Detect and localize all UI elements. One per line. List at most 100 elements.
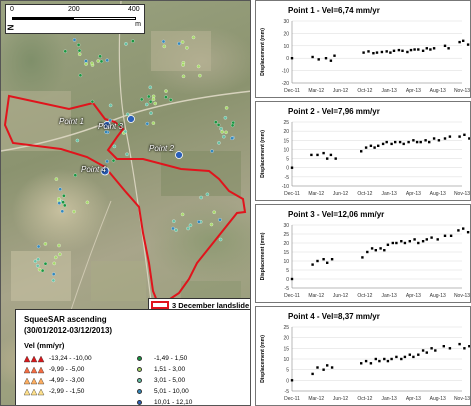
ps-point	[197, 220, 201, 224]
ps-point	[61, 200, 65, 204]
ps-point	[105, 58, 109, 63]
ps-point	[35, 264, 40, 268]
chart-point-3: Point 3 - Vel=12,06 mm/yr -5 0 5 10 15 20 25 30 D…	[260, 210, 470, 299]
ps-point	[188, 223, 193, 227]
ps-point	[125, 112, 130, 117]
data-point	[417, 241, 420, 245]
x-tick-label: Mar-12	[308, 396, 324, 402]
x-tick-label: Aug-13	[430, 88, 446, 94]
ps-point	[164, 89, 168, 93]
data-point	[360, 150, 363, 153]
data-point	[390, 357, 393, 361]
dot-symbol-icon	[137, 367, 142, 372]
triangle-symbol-icon	[24, 377, 45, 384]
data-point	[310, 153, 313, 157]
ps-point	[54, 177, 59, 181]
legend-class-label: -4,99 - -3,00	[49, 377, 85, 384]
x-tick-label: Apr-13	[406, 293, 421, 299]
ps-point	[216, 123, 221, 127]
data-point	[375, 51, 379, 54]
ps-point	[99, 59, 104, 64]
chart-panel-point-2: Point 2 - Vel=7,96 mm/yr -10 -5 0 5 10 15 20 25 D…	[255, 101, 471, 201]
x-tick-label: Jun-12	[333, 191, 349, 197]
dot-symbol-icon	[137, 389, 142, 394]
ps-point	[60, 209, 65, 214]
data-point	[406, 50, 409, 54]
y-axis-label: Displacement (mm)	[260, 130, 266, 178]
ps-point	[63, 49, 68, 54]
y-tick-label: 0	[286, 277, 289, 283]
ps-point	[151, 94, 156, 99]
ps-point	[214, 120, 218, 124]
ps-point	[148, 99, 153, 104]
ps-point	[177, 41, 181, 46]
ps-point	[58, 252, 62, 257]
ps-point	[162, 44, 167, 49]
data-point	[398, 140, 402, 144]
data-point	[443, 234, 447, 237]
ps-point	[147, 94, 151, 99]
point-3-label: Point 3	[98, 122, 123, 131]
legend-class-7: 3,01 - 5,00	[132, 375, 242, 386]
x-tick-label: Apr-13	[406, 191, 421, 197]
scale-tick-0: 0	[10, 6, 14, 13]
data-point	[385, 140, 388, 144]
x-tick-label: Nov-13	[454, 396, 470, 402]
data-point	[468, 137, 470, 140]
y-tick-label: -5	[285, 286, 290, 292]
ps-point	[43, 261, 48, 266]
map-panel[interactable]: 0 200 400 m N Point 1 Point 3 Point 2 Po…	[0, 0, 251, 406]
data-point	[394, 140, 397, 144]
ps-point	[222, 134, 226, 139]
ps-point	[196, 64, 201, 69]
y-axis-label: Displacement (mm)	[260, 28, 266, 76]
ps-point	[36, 244, 41, 249]
data-point	[463, 133, 466, 136]
x-tick-label: Oct-12	[357, 293, 372, 299]
data-point	[408, 353, 411, 356]
x-tick-label: Jan-13	[381, 88, 397, 94]
legend-class-3: -4,99 - -3,00	[24, 375, 134, 386]
data-point	[468, 345, 470, 348]
point-4-label: Point 4	[81, 165, 106, 174]
ps-point	[149, 111, 153, 115]
x-tick-label: Mar-12	[308, 88, 324, 94]
ps-point	[181, 63, 185, 67]
data-point	[415, 140, 419, 144]
ps-point	[96, 59, 100, 63]
data-point	[317, 58, 320, 61]
ps-point	[90, 99, 95, 104]
ps-point	[75, 138, 80, 143]
data-point	[417, 48, 420, 51]
landslide-swatch	[151, 301, 169, 309]
ps-point	[210, 149, 214, 153]
ps-point	[224, 130, 228, 135]
data-point	[290, 379, 294, 382]
ps-point	[161, 39, 166, 44]
data-point	[379, 247, 382, 250]
ps-point	[62, 194, 66, 198]
data-point	[389, 51, 392, 54]
data-point	[421, 240, 425, 243]
data-point	[429, 48, 432, 51]
legend-class-1: -13,24 - -10,00	[24, 353, 134, 364]
data-point	[373, 146, 376, 149]
ps-point	[37, 267, 42, 272]
data-point	[316, 153, 319, 157]
point-2-marker	[175, 151, 183, 159]
triangle-symbol-icon	[24, 366, 45, 373]
y-tick-label: 15	[283, 250, 289, 256]
data-point	[311, 372, 314, 376]
legend-velocity-label: Vel (mm/yr)	[24, 341, 65, 350]
x-tick-label: Nov-13	[454, 191, 470, 197]
data-point	[377, 144, 380, 147]
ps-point	[85, 200, 90, 205]
data-point	[383, 249, 386, 252]
x-tick-label: Dec-11	[284, 396, 300, 402]
ps-point	[72, 38, 77, 42]
data-point	[370, 247, 374, 250]
data-point	[402, 142, 405, 146]
y-tick-label: 15	[283, 138, 289, 144]
y-tick-label: 10	[283, 357, 289, 363]
data-point	[434, 349, 437, 352]
